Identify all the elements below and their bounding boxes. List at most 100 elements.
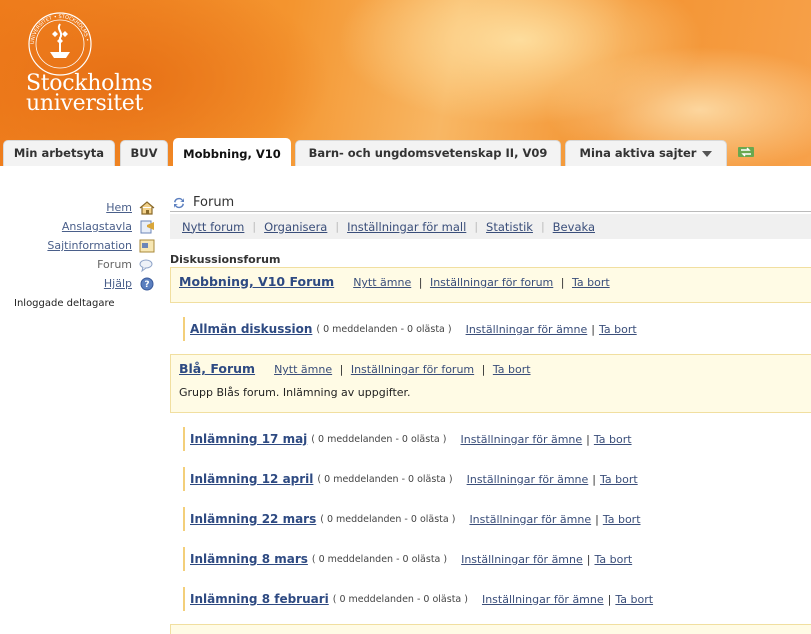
nav-item-hem[interactable]: Hem [0, 198, 156, 217]
tab-buv[interactable]: BUV [120, 140, 168, 166]
forum-header: Blå, Forum Nytt ämne | Inställningar för… [179, 361, 531, 376]
topic-message-count: ( 0 meddelanden - 0 olästa ) [320, 513, 456, 525]
forum-settings-link[interactable]: Inställningar för forum [351, 363, 474, 376]
topic-settings-link[interactable]: Inställningar för ämne [469, 513, 591, 526]
forum-toolbar: Nytt forum | Organisera | Inställningar … [170, 214, 811, 239]
forum-description: Grupp Blås forum. Inlämning av uppgifter… [179, 386, 411, 399]
topic-message-count: ( 0 meddelanden - 0 olästa ) [311, 553, 448, 565]
watch-link[interactable]: Bevaka [553, 220, 595, 234]
new-forum-link[interactable]: Nytt forum [182, 220, 244, 234]
forum-settings-link[interactable]: Inställningar för forum [430, 276, 553, 289]
topic-message-count: ( 0 meddelanden - 0 olästa ) [316, 323, 452, 335]
topic-settings-link[interactable]: Inställningar för ämne [460, 433, 582, 446]
tab-label: BUV [130, 146, 158, 160]
organize-link[interactable]: Organisera [264, 220, 327, 234]
topic-row: Allmän diskussion ( 0 meddelanden - 0 ol… [183, 317, 637, 341]
topic-settings-link[interactable]: Inställningar för ämne [466, 323, 588, 336]
page-title: Forum [193, 195, 235, 210]
topic-title-link[interactable]: Inlämning 8 mars [190, 552, 308, 566]
topic-message-count: ( 0 meddelanden - 0 olästa ) [317, 473, 453, 485]
nav-item-sajtinformation[interactable]: Sajtinformation [0, 236, 156, 255]
page-title-bar: Forum [170, 194, 811, 212]
delete-topic-link[interactable]: Ta bort [600, 473, 638, 486]
new-topic-link[interactable]: Nytt ämne [274, 363, 332, 376]
logged-in-participants-label: Inloggade deltagare [14, 298, 115, 309]
chevron-down-icon [702, 150, 713, 157]
wordmark-line-2: universitet [26, 91, 144, 116]
topic-settings-link[interactable]: Inställningar för ämne [461, 553, 583, 566]
home-icon[interactable] [138, 200, 156, 216]
separator: | [592, 472, 596, 486]
refresh-icon[interactable] [172, 196, 186, 210]
tab-mobbning-v10[interactable]: Mobbning, V10 [173, 138, 291, 166]
statistics-link[interactable]: Statistik [486, 220, 533, 234]
section-heading: Diskussionsforum [170, 253, 281, 266]
separator: | [560, 276, 565, 289]
topic-message-count: ( 0 meddelanden - 0 olästa ) [332, 593, 468, 605]
topic-row: Inlämning 8 februari ( 0 meddelanden - 0… [183, 587, 653, 611]
tab-label: Mina aktiva sajter [579, 146, 697, 160]
topic-message-count: ( 0 meddelanden - 0 olästa ) [311, 433, 447, 445]
topic-title-link[interactable]: Inlämning 8 februari [190, 592, 329, 606]
topic-row: Inlämning 22 mars ( 0 meddelanden - 0 ol… [183, 507, 641, 531]
nav-item-anslagstavla[interactable]: Anslagstavla [0, 217, 156, 236]
tab-label: Barn- och ungdomsvetenskap II, V09 [308, 146, 548, 160]
site-tabs: Min arbetsyta BUV Mobbning, V10 Barn- oc… [0, 138, 811, 166]
separator: | [481, 363, 486, 376]
university-wordmark[interactable]: Stockholms universitet [26, 73, 153, 116]
new-topic-link[interactable]: Nytt ämne [353, 276, 411, 289]
nav-link-hjalp[interactable]: Hjälp [104, 277, 132, 290]
nav-link-anslagstavla[interactable]: Anslagstavla [62, 220, 132, 233]
forum-icon [139, 259, 153, 272]
topic-title-link[interactable]: Inlämning 12 april [190, 472, 313, 486]
svg-text:?: ? [144, 280, 149, 290]
announcement-icon[interactable] [138, 219, 156, 235]
site-info-icon[interactable] [138, 238, 156, 254]
tab-min-arbetsyta[interactable]: Min arbetsyta [3, 140, 115, 166]
nav-label-forum: Forum [97, 258, 132, 271]
toolbar-separator: | [335, 220, 340, 233]
switch-site-icon[interactable] [738, 146, 754, 158]
nav-item-hjalp[interactable]: Hjälp ? [0, 274, 156, 293]
separator: | [339, 363, 344, 376]
delete-topic-link[interactable]: Ta bort [603, 513, 641, 526]
topic-title-link[interactable]: Allmän diskussion [190, 322, 312, 336]
topic-row: Inlämning 12 april ( 0 meddelanden - 0 o… [183, 467, 638, 491]
nav-item-forum[interactable]: Forum [0, 255, 156, 274]
nav-link-hem[interactable]: Hem [106, 201, 132, 214]
forum-title-link[interactable]: Mobbning, V10 Forum [179, 274, 334, 289]
delete-forum-link[interactable]: Ta bort [572, 276, 610, 289]
toolbar-separator: | [540, 220, 545, 233]
toolbar-separator: | [474, 220, 479, 233]
nav-link-sajtinformation[interactable]: Sajtinformation [47, 239, 132, 252]
delete-topic-link[interactable]: Ta bort [594, 433, 632, 446]
tab-mina-aktiva-sajter[interactable]: Mina aktiva sajter [565, 140, 727, 166]
topic-title-link[interactable]: Inlämning 22 mars [190, 512, 316, 526]
delete-forum-link[interactable]: Ta bort [493, 363, 531, 376]
toolbar-separator: | [252, 220, 257, 233]
topic-settings-link[interactable]: Inställningar för ämne [482, 593, 604, 606]
separator: | [586, 552, 591, 566]
tab-barn-och-ungdomsvetenskap[interactable]: Barn- och ungdomsvetenskap II, V09 [295, 140, 561, 166]
delete-topic-link[interactable]: Ta bort [615, 593, 653, 606]
topic-settings-link[interactable]: Inställningar för ämne [467, 473, 589, 486]
forum-header: Mobbning, V10 Forum Nytt ämne | Inställn… [179, 274, 610, 289]
delete-topic-link[interactable]: Ta bort [599, 323, 637, 336]
separator: | [595, 512, 599, 526]
template-settings-link[interactable]: Inställningar för mall [347, 220, 466, 234]
tab-label: Min arbetsyta [13, 146, 105, 160]
forum-mobbning: Mobbning, V10 Forum Nytt ämne | Inställn… [170, 267, 811, 303]
tab-label: Mobbning, V10 [183, 147, 281, 161]
separator: | [607, 592, 612, 606]
forum-bla: Blå, Forum Nytt ämne | Inställningar för… [170, 354, 811, 413]
help-icon[interactable]: ? [138, 276, 156, 292]
delete-topic-link[interactable]: Ta bort [594, 553, 632, 566]
topic-title-link[interactable]: Inlämning 17 maj [190, 432, 307, 446]
next-forum-box [170, 624, 811, 634]
forum-title-link[interactable]: Blå, Forum [179, 361, 255, 376]
separator: | [586, 432, 590, 446]
separator: | [591, 322, 595, 336]
topic-row: Inlämning 17 maj ( 0 meddelanden - 0 olä… [183, 427, 632, 451]
university-seal-icon: UNIVERSITET • STOCKHOLMS • [28, 12, 92, 76]
topic-row: Inlämning 8 mars ( 0 meddelanden - 0 olä… [183, 547, 632, 571]
